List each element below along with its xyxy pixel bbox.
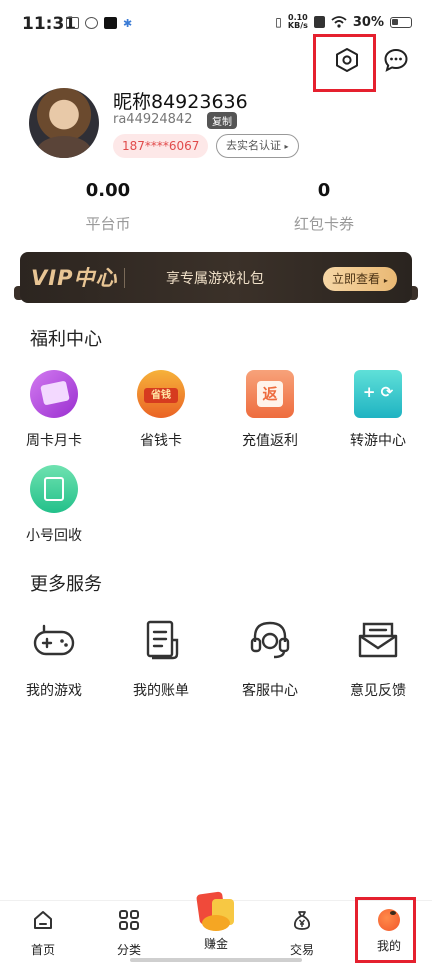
nav-earn[interactable]: 赚金 (186, 889, 246, 952)
nav-home[interactable]: 首页 (13, 909, 73, 958)
welfare-label: 省钱卡 (140, 433, 182, 449)
service-support-center[interactable]: 客服中心 (222, 616, 318, 700)
vip-logo: VIP中心 (31, 266, 118, 290)
account-recycle-icon (30, 465, 78, 513)
app-notification-icon (85, 17, 98, 29)
platform-coin-value: 0.00 (85, 180, 131, 201)
vibrate-icon: ▯ (275, 15, 282, 29)
welfare-item-account-recycle[interactable]: 小号回收 (6, 465, 102, 545)
user-id: ra44924842 (113, 112, 193, 127)
service-label: 意见反馈 (350, 683, 406, 699)
message-button[interactable] (376, 40, 416, 80)
vip-divider (124, 268, 125, 288)
feedback-icon (358, 622, 398, 658)
earn-gold-icon (192, 889, 240, 933)
service-label: 客服中心 (242, 683, 298, 699)
red-packet-value: 0 (317, 180, 331, 201)
wifi-icon (331, 16, 347, 28)
caret-right-icon: ▸ (383, 276, 388, 285)
baidu-icon: ✱ (123, 17, 133, 30)
welfare-title: 福利中心 (30, 329, 102, 350)
tiktok-icon (104, 17, 117, 29)
nav-label: 赚金 (203, 937, 228, 951)
realname-verify-button[interactable]: 去实名认证 ▸ (216, 134, 299, 158)
service-my-bills[interactable]: 我的账单 (113, 616, 209, 700)
vip-view-button[interactable]: 立即查看 ▸ (323, 267, 397, 291)
welfare-item-transfer-center[interactable]: + ⟳ 转游中心 (330, 370, 426, 450)
headset-icon (250, 621, 290, 659)
category-icon (119, 910, 139, 930)
nav-label: 首页 (30, 943, 55, 957)
caret-right-icon: ▸ (284, 142, 289, 151)
money-bag-icon (293, 911, 311, 930)
welfare-label: 充值返利 (242, 433, 298, 449)
platform-coin-stat[interactable]: 0.00 平台币 (0, 180, 216, 234)
welfare-label: 周卡月卡 (26, 433, 82, 449)
home-indicator (130, 958, 302, 962)
service-label: 我的账单 (133, 683, 189, 699)
settings-highlight-box (313, 34, 376, 92)
welfare-item-save-card[interactable]: 省钱 省钱卡 (113, 370, 209, 450)
bill-icon (146, 620, 179, 660)
gamepad-icon (33, 624, 75, 656)
copy-id-button[interactable]: 复制 (207, 112, 237, 129)
network-speed: 0.10 KB/s (287, 13, 308, 30)
home-icon (34, 911, 52, 929)
welfare-item-recharge-rebate[interactable]: 返 充值返利 (222, 370, 318, 450)
vip-banner-text: 享专属游戏礼包 (166, 271, 264, 287)
battery-icon (390, 16, 412, 28)
transfer-game-icon: + ⟳ (354, 370, 402, 418)
service-label: 我的游戏 (26, 683, 82, 699)
sim-icon (313, 16, 325, 28)
service-my-games[interactable]: 我的游戏 (6, 616, 102, 700)
nickname[interactable]: 昵称84923636 (113, 87, 248, 114)
nav-trade[interactable]: 交易 (272, 909, 332, 958)
status-right: ▯ 0.10 KB/s 30% (275, 14, 412, 30)
save-money-card-icon: 省钱 (137, 370, 185, 418)
red-packet-label: 红包卡券 (293, 215, 354, 233)
weekly-card-icon (30, 370, 78, 418)
phone-badge: 187****6067 (113, 134, 209, 158)
welfare-item-weekly-card[interactable]: 周卡月卡 (6, 370, 102, 450)
battery-percent: 30% (352, 14, 384, 30)
nav-label: 交易 (289, 943, 314, 957)
vip-view-label: 立即查看 (332, 272, 381, 286)
welfare-label: 小号回收 (26, 528, 82, 544)
welfare-label: 转游中心 (350, 433, 406, 449)
notification-icon (66, 17, 79, 29)
chat-bubble-icon (384, 48, 408, 72)
realname-verify-label: 去实名认证 (226, 139, 281, 152)
platform-coin-label: 平台币 (85, 215, 131, 233)
recharge-rebate-icon: 返 (246, 370, 294, 418)
red-packet-stat[interactable]: 0 红包卡券 (216, 180, 432, 234)
nav-category[interactable]: 分类 (99, 909, 159, 958)
service-feedback[interactable]: 意见反馈 (330, 616, 426, 700)
avatar[interactable] (29, 88, 99, 158)
nav-label: 分类 (116, 943, 141, 957)
services-title: 更多服务 (30, 574, 102, 595)
mine-highlight-box (355, 897, 416, 963)
